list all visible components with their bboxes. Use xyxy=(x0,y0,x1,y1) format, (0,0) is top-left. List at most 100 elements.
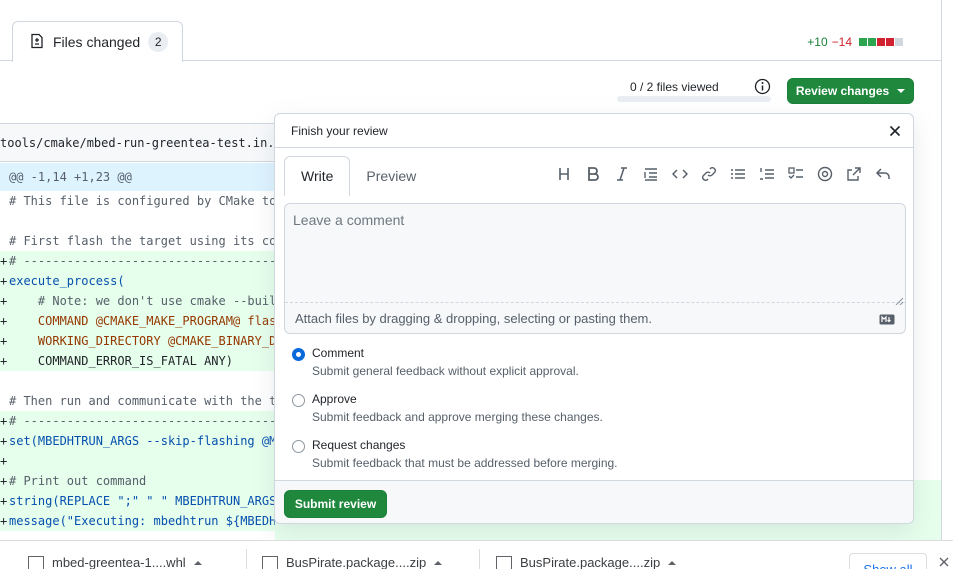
code-line: + xyxy=(0,451,300,471)
close-icon[interactable] xyxy=(938,555,950,567)
code-line: + # -------------------------------------… xyxy=(0,411,300,431)
download-item[interactable]: BusPirate.package....zip xyxy=(496,555,696,569)
tab-write[interactable]: Write xyxy=(284,156,351,196)
resize-grip-icon[interactable] xyxy=(895,292,904,306)
code-line: + string(REPLACE ";" " " MBEDHTRUN_ARGS_F… xyxy=(0,491,300,511)
close-icon[interactable] xyxy=(887,123,903,139)
option-request-changes[interactable]: Request changes Submit feedback that mus… xyxy=(292,438,618,470)
chevron-up-icon[interactable] xyxy=(668,560,677,565)
cross-reference-icon[interactable] xyxy=(845,164,863,184)
download-filename: BusPirate.package....zip xyxy=(520,555,661,569)
code-text: string(REPLACE ";" " " MBEDHTRUN_ARGS_FO xyxy=(9,494,298,508)
line-marker: + xyxy=(0,274,8,288)
show-all-button[interactable]: Show all xyxy=(849,553,927,569)
diffstat-deletions: −14 xyxy=(831,35,852,49)
page-edge xyxy=(941,0,953,540)
info-icon[interactable] xyxy=(754,78,771,95)
heading-icon[interactable] xyxy=(555,164,573,184)
files-viewed-progress xyxy=(617,96,771,102)
code-text: execute_process( xyxy=(9,274,125,288)
bold-icon[interactable] xyxy=(584,164,602,184)
comment-box: Attach files by dragging & dropping, sel… xyxy=(284,203,906,334)
task-list-icon[interactable] xyxy=(787,164,805,184)
code-icon[interactable] xyxy=(671,164,689,184)
code-line: # First flash the target using its confi xyxy=(0,231,300,251)
archive-icon xyxy=(262,555,278,569)
reply-icon[interactable] xyxy=(874,164,892,184)
option-title: Approve xyxy=(312,392,357,406)
code-line: + # -------------------------------------… xyxy=(0,251,300,271)
code-line: + message("Executing: mbedhtrun ${MBEDHTR… xyxy=(0,511,300,531)
code-text: COMMAND @CMAKE_MAKE_PROGRAM@ flash-@ xyxy=(9,314,298,328)
diffstat-block xyxy=(895,38,903,46)
line-marker: + xyxy=(0,474,8,488)
code-text: WORKING_DIRECTORY @CMAKE_BINARY_DIR@ xyxy=(9,334,298,348)
quote-icon[interactable] xyxy=(642,164,660,184)
code-text: message("Executing: mbedhtrun ${MBEDHTRU xyxy=(9,514,298,528)
line-marker: + xyxy=(0,354,8,368)
line-marker: + xyxy=(0,434,8,448)
chevron-up-icon[interactable] xyxy=(434,560,443,565)
option-approve[interactable]: Approve Submit feedback and approve merg… xyxy=(292,392,603,424)
hunk-header: @@ -1,14 +1,23 @@ xyxy=(0,163,300,191)
file-header[interactable]: tools/cmake/mbed-run-greentea-test.in.cm… xyxy=(0,123,300,162)
line-marker: + xyxy=(0,314,8,328)
diffstat-block xyxy=(868,38,876,46)
markdown-toolbar xyxy=(555,164,892,184)
line-marker: + xyxy=(0,514,8,528)
dialog-header: Finish your review xyxy=(275,114,913,148)
divider xyxy=(246,549,247,569)
code-text: # Then run and communicate with the test xyxy=(9,394,298,408)
line-marker: + xyxy=(0,334,8,348)
download-item[interactable]: mbed-greentea-1....whl xyxy=(28,555,228,569)
file-path: tools/cmake/mbed-run-greentea-test.in.cm… xyxy=(0,135,300,150)
caret-down-icon xyxy=(897,89,906,93)
archive-icon xyxy=(496,555,512,569)
comment-radio[interactable] xyxy=(292,348,305,361)
approve-radio[interactable] xyxy=(292,394,305,407)
mention-icon[interactable] xyxy=(816,164,834,184)
ordered-list-icon[interactable] xyxy=(758,164,776,184)
unordered-list-icon[interactable] xyxy=(729,164,747,184)
code-line: + set(MBEDHTRUN_ARGS --skip-flashing @MBE… xyxy=(0,431,300,451)
diffstat-block xyxy=(859,38,867,46)
editor-tabs: Write Preview xyxy=(284,156,432,196)
markdown-icon xyxy=(879,312,895,325)
code-line: + COMMAND @CMAKE_MAKE_PROGRAM@ flash-@ xyxy=(0,311,300,331)
finish-review-dialog: Finish your review Write Preview Attach … xyxy=(274,113,914,524)
tab-label: Files changed xyxy=(53,34,141,50)
link-icon[interactable] xyxy=(700,164,718,184)
code-line: # Then run and communicate with the test xyxy=(0,391,300,411)
code-text: # Print out command xyxy=(9,474,147,488)
line-marker: + xyxy=(0,454,8,468)
option-comment[interactable]: Comment Submit general feedback without … xyxy=(292,346,579,378)
diffstat: +10 −14 xyxy=(807,35,903,49)
review-changes-button[interactable]: Review changes xyxy=(787,78,914,104)
code-text: # First flash the target using its confi xyxy=(9,234,298,248)
download-filename: mbed-greentea-1....whl xyxy=(52,555,186,569)
code-line: + COMMAND_ERROR_IS_FATAL ANY) xyxy=(0,351,300,371)
option-title: Request changes xyxy=(312,438,406,452)
submit-review-button[interactable]: Submit review xyxy=(284,490,387,518)
pr-tab-bar: Files changed 2 +10 −14 xyxy=(0,0,942,62)
request-changes-radio[interactable] xyxy=(292,440,305,453)
code-line: + # Note: we don't use cmake --build b xyxy=(0,291,300,311)
review-changes-label: Review changes xyxy=(795,84,890,98)
comment-textarea[interactable] xyxy=(285,204,905,303)
diffstat-block xyxy=(886,38,894,46)
download-filename: BusPirate.package....zip xyxy=(286,555,427,569)
download-bar: mbed-greentea-1....whl BusPirate.package… xyxy=(0,540,953,569)
tab-preview[interactable]: Preview xyxy=(350,156,432,196)
tab-files-changed[interactable]: Files changed 2 xyxy=(12,21,183,62)
code-lines: # This file is configured by CMake to cr… xyxy=(0,191,300,540)
chevron-up-icon[interactable] xyxy=(193,560,202,565)
attach-files-hint[interactable]: Attach files by dragging & dropping, sel… xyxy=(295,311,652,326)
code-text: # --------------------------------------… xyxy=(9,254,300,268)
italic-icon[interactable] xyxy=(613,164,631,184)
dialog-footer: Submit review xyxy=(275,480,913,523)
download-item[interactable]: BusPirate.package....zip xyxy=(262,555,462,569)
divider xyxy=(479,549,480,569)
dialog-title: Finish your review xyxy=(291,123,388,138)
option-description: Submit feedback and approve merging thes… xyxy=(312,410,603,424)
diffstat-additions: +10 xyxy=(807,35,828,49)
